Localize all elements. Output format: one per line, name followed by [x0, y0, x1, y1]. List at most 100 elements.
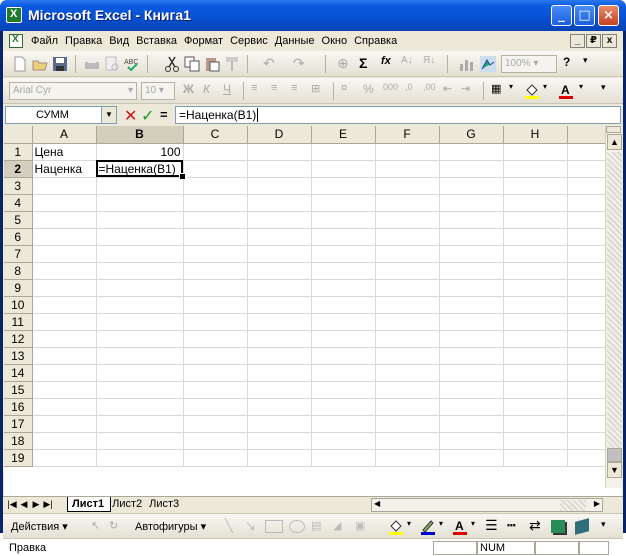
cell[interactable] [247, 381, 312, 399]
decrease-indent-icon[interactable]: ⇤ [443, 82, 461, 100]
cell[interactable] [567, 347, 606, 365]
cell[interactable] [311, 211, 376, 229]
cell[interactable] [567, 313, 606, 331]
cell[interactable] [311, 143, 376, 161]
rectangle-icon[interactable] [265, 520, 283, 533]
cell[interactable] [183, 262, 248, 280]
cell[interactable] [311, 364, 376, 382]
row-header[interactable]: 14 [4, 364, 33, 382]
menu-help[interactable]: Справка [354, 35, 397, 47]
cell[interactable] [567, 160, 606, 178]
cell[interactable] [439, 364, 504, 382]
draw-actions-menu[interactable]: Действия ▾ [11, 520, 68, 533]
cell[interactable] [311, 330, 376, 348]
row-header[interactable]: 6 [4, 228, 33, 246]
cell[interactable] [96, 415, 184, 433]
cell[interactable] [567, 245, 606, 263]
cell[interactable] [439, 330, 504, 348]
row-header[interactable]: 19 [4, 449, 33, 467]
active-cell-b2[interactable]: =Наценка(B1) [96, 160, 185, 179]
cell[interactable] [503, 432, 568, 450]
cell[interactable] [567, 449, 606, 467]
cell[interactable] [503, 211, 568, 229]
cell[interactable] [311, 398, 376, 416]
cell[interactable] [439, 398, 504, 416]
cell[interactable] [96, 194, 184, 212]
cell[interactable] [375, 415, 440, 433]
row-header[interactable]: 12 [4, 330, 33, 348]
cell[interactable] [32, 245, 97, 263]
cell[interactable] [32, 279, 97, 297]
insert-function-icon[interactable]: fx [381, 55, 399, 73]
cell[interactable] [183, 143, 248, 161]
cell[interactable] [183, 313, 248, 331]
cell[interactable] [183, 330, 248, 348]
hyperlink-icon[interactable]: ⊕ [337, 55, 355, 73]
cell[interactable] [439, 381, 504, 399]
menu-insert[interactable]: Вставка [136, 35, 177, 47]
row-header[interactable]: 18 [4, 432, 33, 450]
cell[interactable] [503, 347, 568, 365]
cell[interactable] [96, 449, 184, 467]
tab-sheet1[interactable]: Лист1 [67, 497, 112, 512]
cell[interactable] [375, 432, 440, 450]
cell[interactable] [567, 211, 606, 229]
close-button[interactable]: × [598, 5, 619, 26]
cell[interactable] [247, 313, 312, 331]
row-header[interactable]: 11 [4, 313, 33, 331]
cell[interactable] [183, 194, 248, 212]
horizontal-scroll-thumb[interactable] [560, 500, 586, 511]
formatting-options-icon[interactable]: ▾ [601, 82, 619, 100]
cell[interactable] [183, 211, 248, 229]
align-center-icon[interactable]: ≡ [271, 82, 289, 100]
cell[interactable] [311, 279, 376, 297]
cell[interactable] [247, 194, 312, 212]
cell[interactable] [567, 279, 606, 297]
copy-icon[interactable] [183, 55, 201, 73]
horizontal-scrollbar[interactable]: ◀ ▶ [371, 498, 603, 512]
cell[interactable] [96, 398, 184, 416]
cell[interactable] [183, 432, 248, 450]
vertical-scrollbar[interactable]: ▲ ▼ [605, 126, 622, 488]
cell[interactable] [567, 415, 606, 433]
cell[interactable] [503, 398, 568, 416]
cell[interactable] [311, 245, 376, 263]
cell[interactable] [183, 347, 248, 365]
redo-icon[interactable]: ↷ [293, 55, 311, 73]
font-name-combo[interactable]: Arial Cyr ▾ [9, 82, 137, 100]
cell[interactable] [96, 381, 184, 399]
last-sheet-icon[interactable]: ▶| [42, 498, 54, 511]
cell[interactable] [567, 194, 606, 212]
sort-ascending-icon[interactable]: A↓ [401, 55, 419, 73]
draw-options-icon[interactable]: ▾ [601, 519, 606, 530]
undo-icon[interactable]: ↶ [263, 55, 281, 73]
text-box-icon[interactable]: ▤ [311, 519, 321, 532]
cell[interactable] [439, 194, 504, 212]
cancel-entry-button[interactable]: ✕ [124, 106, 137, 125]
cell[interactable] [311, 177, 376, 195]
save-icon[interactable] [51, 55, 69, 73]
menu-view[interactable]: Вид [109, 35, 129, 47]
font-color-icon[interactable]: A [557, 82, 575, 100]
cell[interactable] [439, 279, 504, 297]
spelling-icon[interactable]: ABC [123, 55, 141, 73]
cell[interactable] [567, 398, 606, 416]
cell[interactable] [32, 381, 97, 399]
row-header[interactable]: 5 [4, 211, 33, 229]
cell[interactable] [567, 330, 606, 348]
select-objects-icon[interactable]: ↖ [91, 519, 100, 532]
line-color-dropdown-icon[interactable]: ▾ [439, 519, 443, 528]
cell[interactable] [503, 296, 568, 314]
cell[interactable] [375, 313, 440, 331]
cell[interactable] [439, 143, 504, 161]
print-preview-icon[interactable] [103, 55, 121, 73]
row-header[interactable]: 9 [4, 279, 33, 297]
cell[interactable] [183, 160, 248, 178]
italic-button[interactable]: К [203, 82, 221, 100]
bold-button[interactable]: Ж [183, 82, 201, 100]
cell[interactable] [32, 330, 97, 348]
cell[interactable] [183, 296, 248, 314]
cell[interactable] [375, 211, 440, 229]
row-header[interactable]: 3 [4, 177, 33, 195]
open-icon[interactable] [31, 55, 49, 73]
